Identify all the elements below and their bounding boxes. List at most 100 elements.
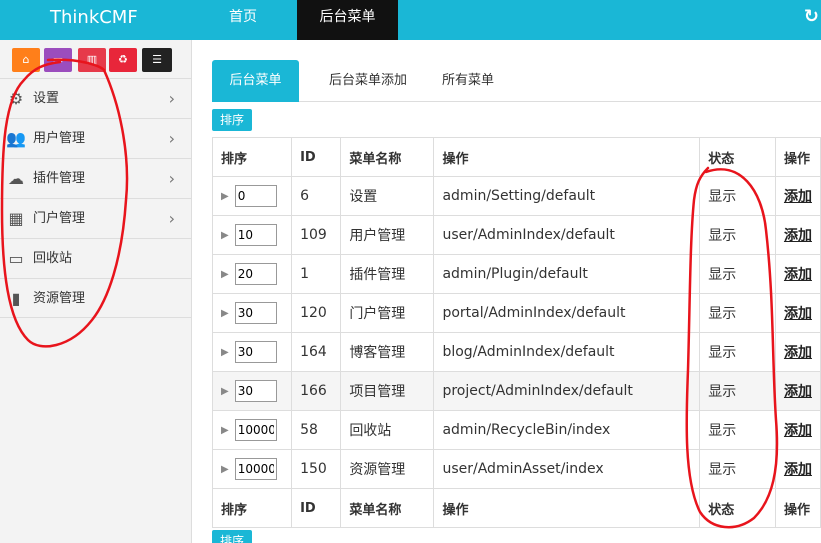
col-header-order: 排序 bbox=[211, 137, 293, 177]
order-input[interactable] bbox=[234, 341, 277, 363]
id-cell: 150 bbox=[291, 449, 342, 489]
add-link[interactable]: 添加 bbox=[784, 462, 812, 478]
expand-caret-icon[interactable]: ▶ bbox=[221, 386, 229, 397]
sidebar-item-label: 回收站 bbox=[33, 251, 73, 266]
nav-backend-menu[interactable]: 后台菜单 bbox=[297, 0, 398, 40]
tab-all-menus[interactable]: 所有菜单 bbox=[436, 60, 500, 102]
col-header-operation: 操作 bbox=[774, 137, 821, 177]
tab-backend-menu[interactable]: 后台菜单 bbox=[212, 60, 299, 102]
order-cell: ▶ bbox=[211, 371, 293, 411]
operation-cell: 添加 bbox=[774, 449, 821, 489]
document-icon: ▮ bbox=[11, 289, 21, 308]
expand-caret-icon[interactable]: ▶ bbox=[221, 425, 229, 436]
id-cell: 109 bbox=[291, 215, 342, 255]
tab-add-menu[interactable]: 后台菜单添加 bbox=[318, 60, 418, 102]
action-cell: admin/RecycleBin/index bbox=[433, 410, 701, 450]
order-input[interactable] bbox=[234, 224, 277, 246]
users-icon: 👥 bbox=[6, 129, 26, 148]
expand-caret-icon[interactable]: ▶ bbox=[221, 464, 229, 475]
add-link[interactable]: 添加 bbox=[784, 423, 812, 439]
name-cell: 设置 bbox=[340, 176, 435, 216]
operation-cell: 添加 bbox=[774, 371, 821, 411]
table-footer-row: 排序 ID 菜单名称 操作 状态 操作 bbox=[211, 488, 821, 528]
action-cell: project/AdminIndex/default bbox=[433, 371, 701, 411]
col-footer-name: 菜单名称 bbox=[340, 488, 435, 528]
col-header-action: 操作 bbox=[433, 137, 701, 177]
order-input[interactable] bbox=[234, 263, 277, 285]
col-footer-operation: 操作 bbox=[774, 488, 821, 528]
list-icon[interactable]: ☰ bbox=[142, 48, 172, 72]
table-header-row: 排序 ID 菜单名称 操作 状态 操作 bbox=[211, 137, 821, 177]
status-cell: 显示 bbox=[699, 371, 776, 411]
sort-button-bottom[interactable]: 排序 bbox=[212, 530, 253, 543]
chevron-right-icon: › bbox=[168, 169, 175, 188]
action-cell: user/AdminIndex/default bbox=[433, 215, 701, 255]
col-footer-action: 操作 bbox=[433, 488, 701, 528]
name-cell: 用户管理 bbox=[340, 215, 435, 255]
sidebar-item-label: 设置 bbox=[33, 91, 60, 106]
grid-icon: ▦ bbox=[8, 209, 24, 228]
id-cell: 58 bbox=[291, 410, 342, 450]
action-cell: blog/AdminIndex/default bbox=[433, 332, 701, 372]
monitor-icon: ▭ bbox=[8, 249, 24, 268]
add-link[interactable]: 添加 bbox=[784, 345, 812, 361]
sidebar-menu: ⚙ 设置 › 👥 用户管理 › ☁ 插件管理 › ▦ 门户管理 › ▭ 回收站 … bbox=[0, 78, 191, 318]
sidebar-item-plugins[interactable]: ☁ 插件管理 › bbox=[0, 158, 191, 198]
sort-button-top[interactable]: 排序 bbox=[212, 109, 253, 131]
col-footer-status: 状态 bbox=[699, 488, 776, 528]
nav-home[interactable]: 首页 bbox=[203, 0, 283, 40]
expand-caret-icon[interactable]: ▶ bbox=[221, 308, 229, 319]
add-link[interactable]: 添加 bbox=[784, 189, 812, 205]
order-cell: ▶ bbox=[211, 410, 293, 450]
sidebar-item-label: 插件管理 bbox=[33, 171, 86, 186]
sidebar-item-recycle-bin[interactable]: ▭ 回收站 bbox=[0, 238, 191, 278]
order-input[interactable] bbox=[234, 458, 277, 480]
trash-icon[interactable]: ▥ bbox=[78, 48, 106, 72]
status-cell: 显示 bbox=[699, 410, 776, 450]
col-footer-order: 排序 bbox=[211, 488, 293, 528]
id-cell: 166 bbox=[291, 371, 342, 411]
name-cell: 资源管理 bbox=[340, 449, 435, 489]
table-row: ▶ 164 博客管理 blog/AdminIndex/default 显示 添加 bbox=[211, 332, 821, 372]
order-cell: ▶ bbox=[211, 293, 293, 333]
status-cell: 显示 bbox=[699, 332, 776, 372]
expand-caret-icon[interactable]: ▶ bbox=[221, 230, 229, 241]
table-row: ▶ 58 回收站 admin/RecycleBin/index 显示 添加 bbox=[211, 410, 821, 450]
table-row: ▶ 150 资源管理 user/AdminAsset/index 显示 添加 bbox=[211, 449, 821, 489]
col-header-status: 状态 bbox=[699, 137, 776, 177]
action-cell: admin/Plugin/default bbox=[433, 254, 701, 294]
sidebar-item-settings[interactable]: ⚙ 设置 › bbox=[0, 78, 191, 118]
order-input[interactable] bbox=[234, 185, 277, 207]
order-input[interactable] bbox=[234, 380, 277, 402]
col-footer-id: ID bbox=[291, 488, 342, 528]
add-link[interactable]: 添加 bbox=[784, 384, 812, 400]
add-link[interactable]: 添加 bbox=[784, 267, 812, 283]
add-link[interactable]: 添加 bbox=[784, 228, 812, 244]
sidebar-item-portal[interactable]: ▦ 门户管理 › bbox=[0, 198, 191, 238]
action-cell: portal/AdminIndex/default bbox=[433, 293, 701, 333]
main-content: 后台菜单 后台菜单添加 所有菜单 排序 排序 ID 菜单名称 操作 状态 操作 … bbox=[192, 40, 821, 543]
brand-logo[interactable]: ThinkCMF bbox=[50, 0, 138, 40]
home-icon[interactable]: ⌂ bbox=[12, 48, 40, 72]
gears-icon: ⚙ bbox=[8, 89, 24, 108]
expand-caret-icon[interactable]: ▶ bbox=[221, 191, 229, 202]
operation-cell: 添加 bbox=[774, 293, 821, 333]
action-cell: user/AdminAsset/index bbox=[433, 449, 701, 489]
id-cell: 164 bbox=[291, 332, 342, 372]
order-cell: ▶ bbox=[211, 332, 293, 372]
add-link[interactable]: 添加 bbox=[784, 306, 812, 322]
status-cell: 显示 bbox=[699, 176, 776, 216]
expand-caret-icon[interactable]: ▶ bbox=[221, 269, 229, 280]
order-input[interactable] bbox=[234, 302, 277, 324]
sidebar-item-users[interactable]: 👥 用户管理 › bbox=[0, 118, 191, 158]
name-cell: 插件管理 bbox=[340, 254, 435, 294]
refresh-icon[interactable]: ↻ bbox=[804, 6, 819, 27]
chevron-right-icon: › bbox=[168, 129, 175, 148]
table-row: ▶ 1 插件管理 admin/Plugin/default 显示 添加 bbox=[211, 254, 821, 294]
file-icon[interactable]: ▭ bbox=[44, 48, 72, 72]
expand-caret-icon[interactable]: ▶ bbox=[221, 347, 229, 358]
recycle-icon[interactable]: ♻ bbox=[109, 48, 137, 72]
operation-cell: 添加 bbox=[774, 254, 821, 294]
sidebar-item-assets[interactable]: ▮ 资源管理 bbox=[0, 278, 191, 318]
order-input[interactable] bbox=[234, 419, 277, 441]
